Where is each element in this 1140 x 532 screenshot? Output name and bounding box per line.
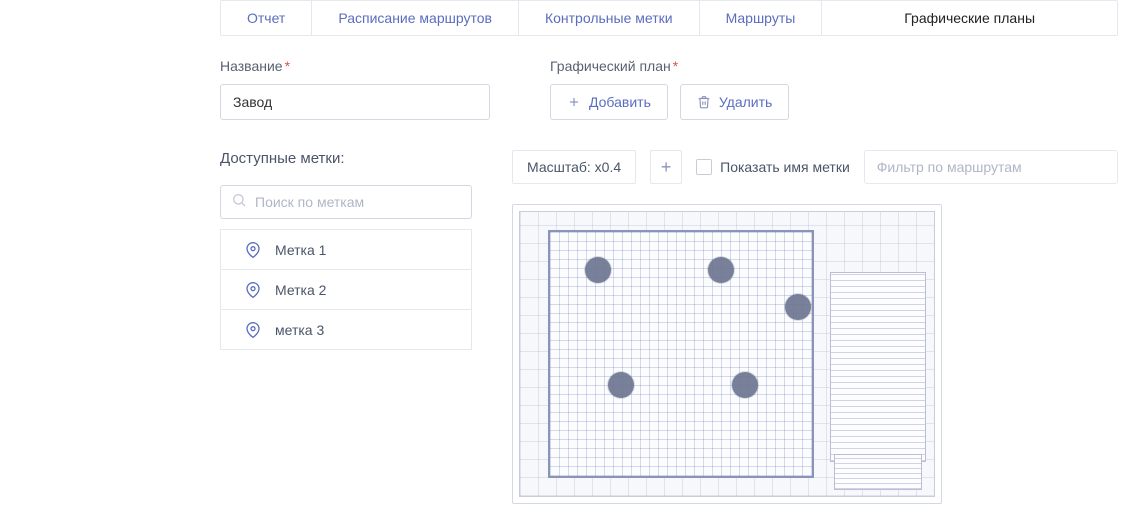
tag-search-input[interactable]: [255, 194, 461, 210]
show-name-label: Показать имя метки: [720, 159, 850, 175]
plan-marker[interactable]: [732, 372, 758, 398]
plan-field-group: Графический план* Добавить Удалить: [550, 58, 789, 120]
tag-label: метка 3: [275, 322, 324, 338]
route-filter-input[interactable]: [864, 150, 1118, 184]
name-label: Название*: [220, 58, 490, 74]
search-icon: [231, 192, 247, 213]
delete-button[interactable]: Удалить: [680, 84, 789, 120]
blueprint-legend: [830, 272, 926, 462]
plan-marker[interactable]: [608, 372, 634, 398]
name-input[interactable]: [220, 84, 490, 120]
tab-graphic-plans[interactable]: Графические планы: [822, 1, 1117, 35]
plan-label: Графический план*: [550, 58, 789, 74]
delete-button-label: Удалить: [719, 94, 772, 110]
scale-display: Масштаб: x0.4: [512, 150, 636, 184]
available-tags-panel: Доступные метки: Метка 1: [220, 150, 490, 504]
available-tags-title: Доступные метки:: [220, 150, 490, 167]
form-row: Название* Графический план* Добавить: [220, 58, 1118, 120]
list-item[interactable]: Метка 2: [221, 269, 471, 309]
pin-icon: [245, 320, 261, 340]
plan-marker[interactable]: [785, 294, 811, 320]
list-item[interactable]: метка 3: [221, 309, 471, 349]
zoom-in-button[interactable]: +: [650, 150, 682, 184]
tab-report[interactable]: Отчет: [221, 1, 312, 35]
plus-icon: [567, 95, 581, 109]
plan-canvas[interactable]: [512, 204, 942, 504]
add-button[interactable]: Добавить: [550, 84, 668, 120]
name-field-group: Название*: [220, 58, 490, 120]
list-item[interactable]: Метка 1: [221, 229, 471, 269]
tab-routes[interactable]: Маршруты: [700, 1, 823, 35]
pin-icon: [245, 280, 261, 300]
plan-panel: Масштаб: x0.4 + Показать имя метки: [512, 150, 1118, 504]
tag-search: [220, 185, 472, 219]
plus-icon: +: [661, 157, 672, 178]
show-name-checkbox[interactable]: Показать имя метки: [696, 159, 850, 175]
main-tabs: Отчет Расписание маршрутов Контрольные м…: [220, 0, 1118, 36]
plan-marker[interactable]: [585, 257, 611, 283]
pin-icon: [245, 240, 261, 260]
plan-controls: Масштаб: x0.4 + Показать имя метки: [512, 150, 1118, 184]
add-button-label: Добавить: [589, 94, 651, 110]
plan-buttons: Добавить Удалить: [550, 84, 789, 120]
tag-label: Метка 2: [275, 282, 326, 298]
checkbox-icon: [696, 159, 712, 175]
tag-label: Метка 1: [275, 242, 326, 258]
tab-schedule[interactable]: Расписание маршрутов: [312, 1, 519, 35]
blueprint-titleblock: [834, 454, 922, 490]
plan-marker[interactable]: [708, 257, 734, 283]
trash-icon: [697, 95, 711, 109]
tag-list: Метка 1 Метка 2 метка 3: [220, 229, 472, 350]
tab-control-tags[interactable]: Контрольные метки: [519, 1, 700, 35]
blueprint-background: [519, 211, 935, 497]
